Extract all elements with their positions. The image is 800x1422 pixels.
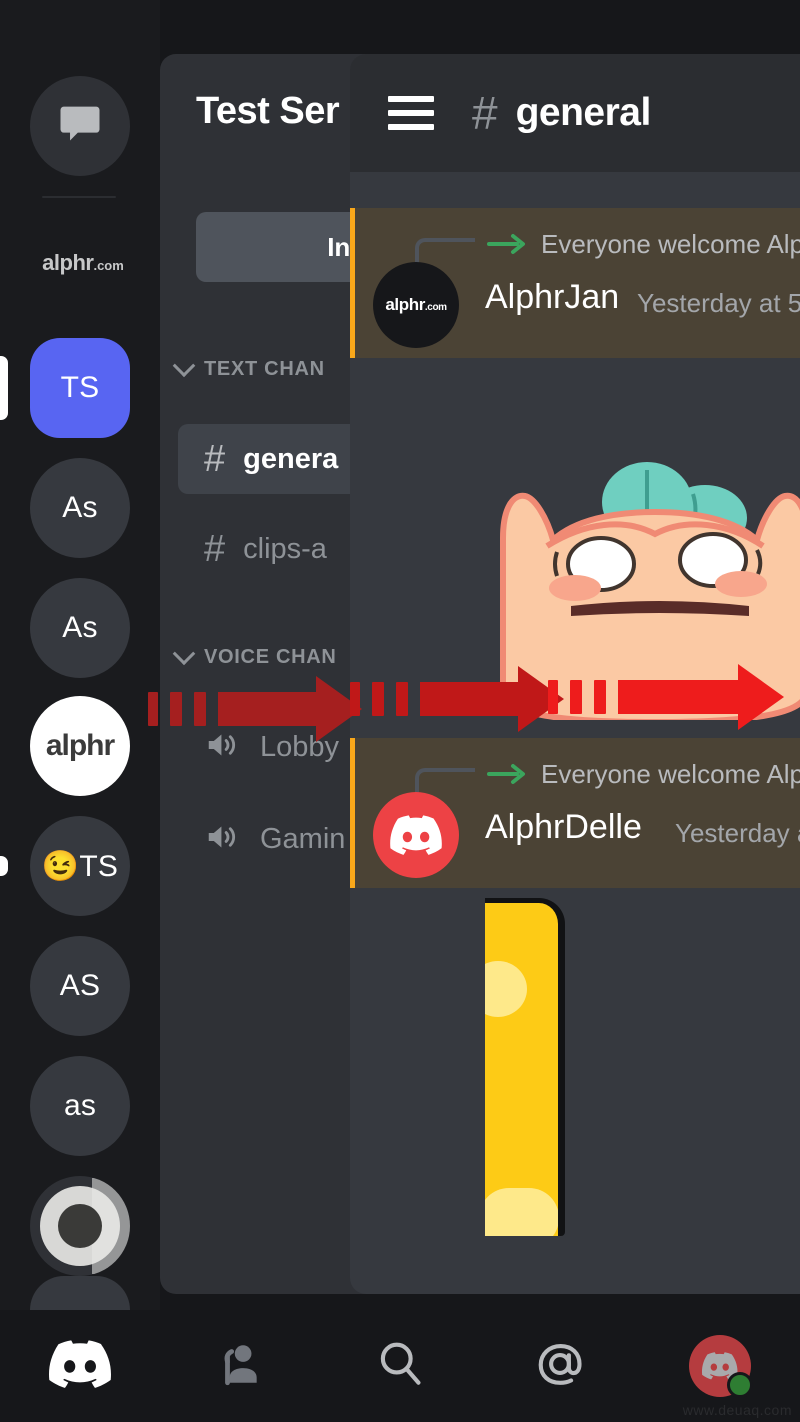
annotation-arrow-3 (548, 664, 784, 730)
nav-home[interactable] (0, 1310, 160, 1422)
annotation-arrow-2 (350, 666, 564, 732)
system-join-text: Everyone welcome Alphr (541, 228, 800, 259)
server-item-as-2[interactable]: As (30, 578, 130, 678)
nav-search[interactable] (320, 1310, 480, 1422)
server-rail: alphr.com TS As As alphr 😉TS AS as (0, 0, 160, 1310)
server-item-label: 😉TS (41, 849, 119, 883)
channel-title: general (515, 91, 652, 134)
server-item-blob[interactable] (30, 1176, 130, 1276)
hamburger-menu-icon[interactable] (388, 96, 434, 130)
discord-logo-avatar[interactable] (373, 792, 459, 878)
server-item-partial[interactable] (30, 1276, 130, 1310)
server-item-label: alphr (45, 729, 115, 762)
at-mention-icon (534, 1338, 586, 1395)
discord-logo-icon (49, 1339, 111, 1393)
page-watermark: www.deuaq.com (682, 1402, 792, 1418)
rail-divider (42, 196, 116, 198)
system-join-line: Everyone welcome Alphr (415, 752, 800, 796)
category-label: VOICE CHAN (204, 646, 337, 668)
system-join-text: Everyone welcome Alphr (541, 758, 800, 789)
server-item-label: as (63, 1089, 97, 1122)
message-timestamp: Yesterday at 5:1 (637, 288, 800, 318)
alphr-logo-avatar[interactable]: alphr.com (373, 262, 459, 348)
join-arrow-icon (487, 231, 529, 257)
hash-icon: # (204, 528, 226, 570)
server-item-label: AS (59, 969, 101, 1002)
hash-icon: # (472, 87, 498, 139)
channel-name: genera (243, 442, 339, 475)
server-item-ts-selected[interactable]: TS (30, 338, 130, 438)
server-name: Test Ser (196, 90, 340, 132)
server-item-label: As (62, 611, 98, 644)
alphr-watermark-suffix: .com (93, 258, 124, 273)
chat-header: # general (350, 54, 800, 172)
channel-name: Gamin (260, 822, 346, 855)
system-join-line: Everyone welcome Alphr (415, 222, 800, 266)
server-item-as-1[interactable]: As (30, 458, 130, 558)
message-timestamp: Yesterday at (675, 818, 800, 848)
server-item-ts-emoji[interactable]: 😉TS (30, 816, 130, 916)
user-avatar-icon (689, 1335, 753, 1398)
category-label: TEXT CHAN (204, 358, 325, 380)
nav-mentions[interactable] (480, 1310, 640, 1422)
friends-icon (215, 1339, 265, 1394)
chevron-down-icon (172, 353, 196, 377)
server-item-as-3[interactable]: AS (30, 936, 130, 1036)
channel-name: clips-a (243, 532, 327, 565)
phone-screen: alphr.com TS As As alphr 😉TS AS as Test Ser In… (0, 0, 800, 1422)
server-item-alphr-logo[interactable]: alphr (30, 696, 130, 796)
alphr-avatar-text: alphr.com (385, 295, 447, 314)
search-icon (374, 1338, 426, 1395)
yellow-sticker-highlight-top (485, 961, 527, 1017)
speaker-icon (204, 818, 242, 861)
yellow-sticker[interactable] (485, 898, 565, 1236)
blob-inner (58, 1204, 102, 1248)
message-msg-alphrdelle[interactable]: Everyone welcome Alphr AlphrDelle Yesterda… (350, 738, 800, 888)
unread-indicator-dot (0, 856, 8, 876)
server-item-as-4[interactable]: as (30, 1056, 130, 1156)
server-item-label: TS (60, 371, 100, 404)
alphr-watermark: alphr.com (24, 250, 142, 276)
category-header-text-channels[interactable]: TEXT CHAN (172, 353, 325, 381)
selected-indicator-pill (0, 356, 8, 420)
alphr-watermark-brand: alphr (42, 250, 94, 275)
join-arrow-icon (487, 761, 529, 787)
category-header-voice-channels[interactable]: VOICE CHAN (172, 641, 337, 669)
direct-messages-icon (54, 98, 106, 155)
bottom-navigation (0, 1310, 800, 1422)
message-username[interactable]: AlphrDelle (485, 808, 642, 847)
message-msg-alphrjan[interactable]: Everyone welcome Alphr alphr.com AlphrJan Y… (350, 208, 800, 358)
chevron-down-icon (172, 641, 196, 665)
nav-friends[interactable] (160, 1310, 320, 1422)
server-item-label: As (62, 491, 98, 524)
message-username[interactable]: AlphrJan (485, 278, 619, 317)
annotation-arrow-1 (148, 676, 362, 742)
hash-icon: # (204, 438, 226, 480)
direct-messages-button[interactable] (30, 76, 130, 176)
status-badge-online (727, 1372, 753, 1398)
yellow-sticker-highlight-bottom (485, 1188, 558, 1236)
